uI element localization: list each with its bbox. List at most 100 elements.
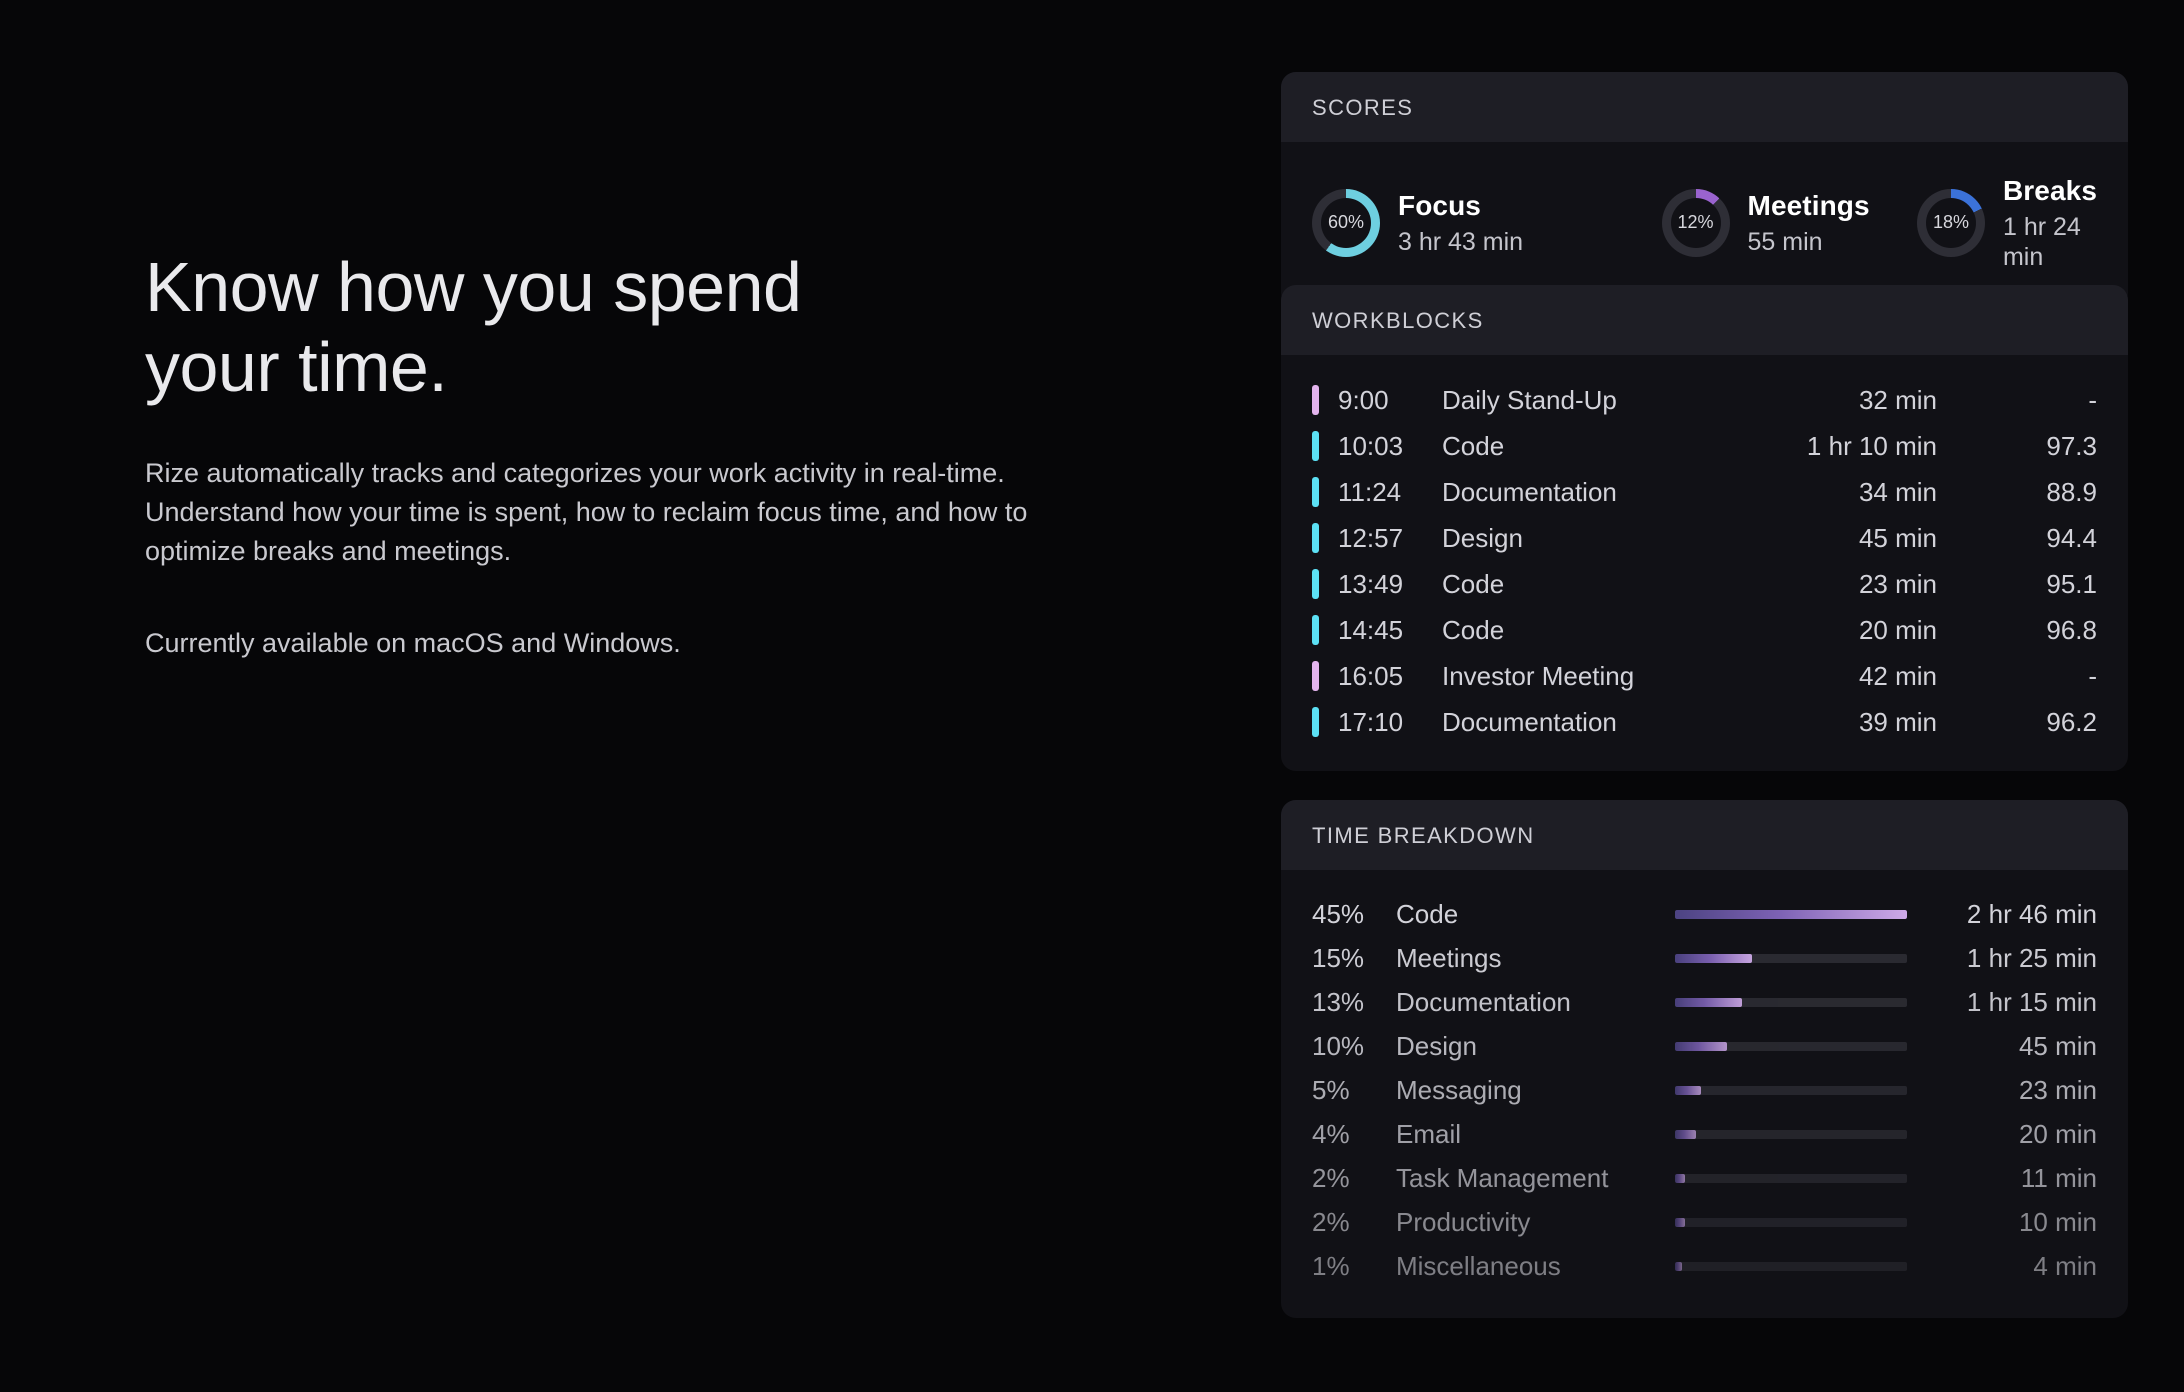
workblock-row[interactable]: 9:00 Daily Stand-Up 32 min - [1312,377,2097,423]
score-percent: 60% [1321,197,1371,248]
workblock-duration: 34 min [1858,476,1937,507]
breakdown-bar-track [1675,997,1907,1007]
workblock-row[interactable]: 13:49 Code 23 min 95.1 [1312,561,2097,607]
workblock-time: 16:05 [1338,660,1404,691]
workblock-time: 11:24 [1338,476,1402,507]
donut-chart-icon: 18% [1916,188,1985,257]
scores-list: 60% Focus 3 hr 43 min 12% Meetings 55 min 18% B… [1312,142,2097,308]
breakdown-bar-fill [1675,1217,1686,1227]
score-label: Meetings [1747,190,1870,221]
scores-panel-header: SCORES [1281,72,2128,142]
category-color-indicator [1312,661,1319,691]
breakdown-percent: 15% [1312,942,1365,973]
breakdown-category: Code [1396,898,1459,929]
time-breakdown-row[interactable]: 5% Messaging 23 min [1312,1068,2097,1112]
breakdown-category: Messaging [1396,1074,1522,1105]
workblock-row[interactable]: 16:05 Investor Meeting 42 min - [1312,653,2097,699]
breakdown-percent: 4% [1312,1118,1350,1149]
breakdown-duration: 23 min [2018,1074,2097,1105]
workblock-category: Investor Meeting [1442,660,1635,691]
score-item-meetings: 12% Meetings 55 min [1661,188,1917,257]
category-color-indicator [1312,477,1319,507]
time-breakdown-row[interactable]: 15% Meetings 1 hr 25 min [1312,936,2097,980]
breakdown-percent: 5% [1312,1074,1350,1105]
time-breakdown-row[interactable]: 10% Design 45 min [1312,1024,2097,1068]
time-breakdown-row[interactable]: 2% Task Management 11 min [1312,1156,2097,1200]
workblocks-list: 9:00 Daily Stand-Up 32 min - 10:03 Code 1 hr 1… [1312,355,2097,771]
breakdown-duration: 1 hr 15 min [1966,986,2097,1017]
workblock-duration: 20 min [1858,614,1937,645]
workblock-score: 95.1 [2046,568,2097,599]
workblock-time: 12:57 [1338,522,1404,553]
score-percent: 12% [1670,197,1721,248]
workblocks-panel-header: WORKBLOCKS [1281,285,2128,355]
score-percent: 18% [1925,197,1976,248]
time-breakdown-row[interactable]: 2% Productivity 10 min [1312,1200,2097,1244]
workblock-score: 96.8 [2046,614,2097,645]
workblock-row[interactable]: 12:57 Design 45 min 94.4 [1312,515,2097,561]
breakdown-bar-track [1675,1085,1907,1095]
workblock-row[interactable]: 10:03 Code 1 hr 10 min 97.3 [1312,423,2097,469]
breakdown-bar-track [1675,1129,1907,1139]
workblock-duration: 45 min [1858,522,1937,553]
time-breakdown-panel-header: TIME BREAKDOWN [1281,800,2128,870]
score-item-breaks: 18% Breaks 1 hr 24 min [1916,174,2097,272]
workblock-category: Code [1442,568,1505,599]
breakdown-percent: 1% [1312,1250,1350,1281]
breakdown-bar-fill [1675,1173,1686,1183]
category-color-indicator [1312,523,1319,553]
breakdown-duration: 1 hr 25 min [1966,942,2097,973]
workblock-score: 96.2 [2046,706,2097,737]
workblock-row[interactable]: 17:10 Documentation 39 min 96.2 [1312,699,2097,745]
workblock-duration: 42 min [1858,660,1937,691]
breakdown-bar-track [1675,909,1907,919]
breakdown-bar-track [1675,953,1907,963]
workblock-row[interactable]: 14:45 Code 20 min 96.8 [1312,607,2097,653]
category-color-indicator [1312,707,1319,737]
breakdown-duration: 11 min [2020,1162,2097,1193]
category-color-indicator [1312,569,1319,599]
time-breakdown-row[interactable]: 1% Miscellaneous 4 min [1312,1244,2097,1288]
score-duration: 3 hr 43 min [1398,227,1524,256]
time-breakdown-row[interactable]: 45% Code 2 hr 46 min [1312,892,2097,936]
workblocks-panel: WORKBLOCKS 9:00 Daily Stand-Up 32 min - 10:0… [1281,285,2128,771]
breakdown-duration: 20 min [2018,1118,2097,1149]
hero-description: Rize automatically tracks and categorize… [145,457,1028,567]
category-color-indicator [1312,615,1319,645]
donut-chart-icon: 12% [1661,188,1730,257]
workblock-score: 94.4 [2046,522,2097,553]
donut-chart-icon: 60% [1312,188,1380,257]
score-duration: 1 hr 24 min [2002,212,2081,271]
workblock-category: Daily Stand-Up [1442,384,1617,415]
breakdown-duration: 10 min [2018,1206,2097,1237]
workblock-time: 10:03 [1338,430,1404,461]
score-label: Breaks [2002,175,2097,206]
workblock-row[interactable]: 11:24 Documentation 34 min 88.9 [1312,469,2097,515]
breakdown-bar-track [1675,1041,1907,1051]
workblock-score: 97.3 [2046,430,2097,461]
breakdown-percent: 10% [1312,1030,1365,1061]
time-breakdown-panel: TIME BREAKDOWN 45% Code 2 hr 46 min 15% Meet… [1281,800,2128,1318]
score-label: Focus [1398,190,1481,221]
breakdown-bar-fill [1675,1041,1727,1051]
time-breakdown-row[interactable]: 4% Email 20 min [1312,1112,2097,1156]
breakdown-bar-track [1675,1217,1907,1227]
breakdown-duration: 2 hr 46 min [1966,898,2097,929]
scores-panel: SCORES 60% Focus 3 hr 43 min 12% Meetings 55 … [1281,72,2128,308]
breakdown-percent: 13% [1312,986,1365,1017]
workblock-time: 14:45 [1338,614,1404,645]
workblock-category: Code [1442,614,1505,645]
breakdown-category: Miscellaneous [1396,1250,1561,1281]
breakdown-bar-fill [1675,997,1743,1007]
hero-availability: Currently available on macOS and Windows… [145,627,681,658]
workblock-time: 17:10 [1338,706,1404,737]
workblock-duration: 32 min [1858,384,1937,415]
workblock-category: Documentation [1442,476,1617,507]
breakdown-duration: 4 min [2033,1250,2097,1281]
workblock-category: Code [1442,430,1505,461]
breakdown-category: Design [1396,1030,1477,1061]
time-breakdown-row[interactable]: 13% Documentation 1 hr 15 min [1312,980,2097,1024]
score-duration: 55 min [1747,227,1823,256]
breakdown-bar-track [1675,1261,1907,1271]
score-item-focus: 60% Focus 3 hr 43 min [1312,188,1662,257]
